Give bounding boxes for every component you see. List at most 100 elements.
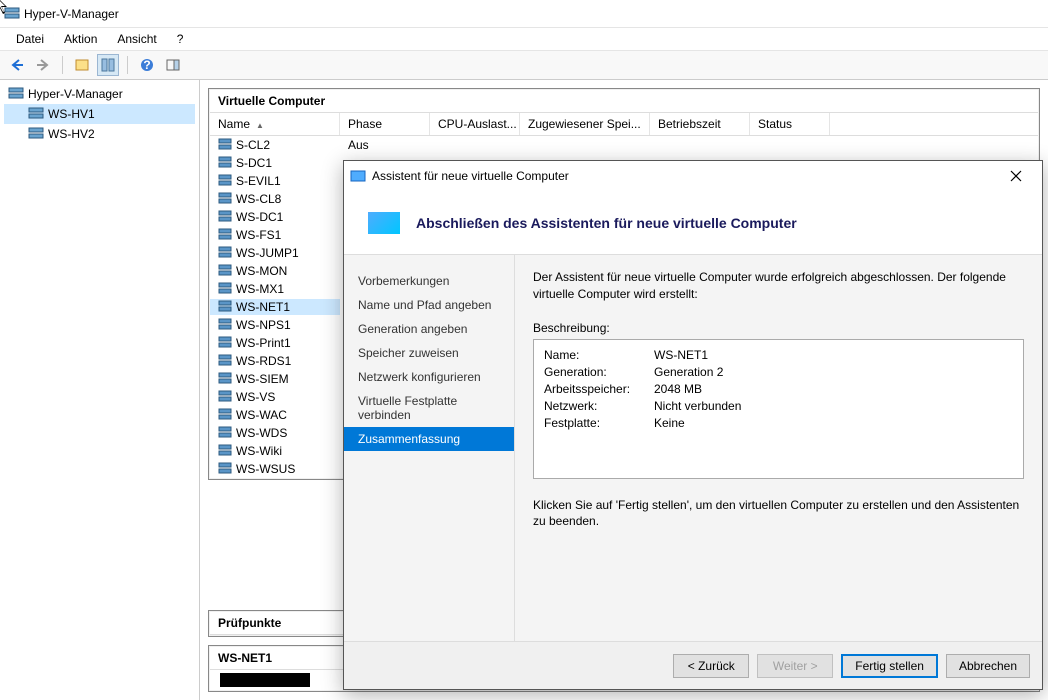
server-icon <box>28 126 44 142</box>
help-button[interactable]: ? <box>136 54 158 76</box>
menu-help[interactable]: ? <box>169 30 192 48</box>
columns-button[interactable] <box>97 54 119 76</box>
back-button[interactable] <box>6 54 28 76</box>
dialog-title: Assistent für neue virtuelle Computer <box>372 169 569 183</box>
wizard-nav: VorbemerkungenName und Pfad angebenGener… <box>344 255 514 641</box>
vm-icon <box>218 264 232 278</box>
wizard-intro: Der Assistent für neue virtuelle Compute… <box>533 269 1024 303</box>
tree-node-hv2[interactable]: WS-HV2 <box>4 124 195 144</box>
tree-node-label: WS-HV1 <box>48 107 95 121</box>
desc-row: Generation:Generation 2 <box>544 365 1013 379</box>
vm-icon <box>218 300 232 314</box>
vm-name: WS-RDS1 <box>236 354 291 368</box>
menu-action[interactable]: Aktion <box>56 30 105 48</box>
toolbar: ? <box>0 50 1048 80</box>
vm-name: WS-MON <box>236 264 287 278</box>
cursor-icon <box>0 0 10 16</box>
col-phase[interactable]: Phase <box>340 113 430 135</box>
vm-icon <box>218 336 232 350</box>
vm-name: WS-Print1 <box>236 336 291 350</box>
col-mem[interactable]: Zugewiesener Spei... <box>520 113 650 135</box>
dialog-titlebar[interactable]: Assistent für neue virtuelle Computer <box>344 161 1042 191</box>
dialog-footer: < Zurück Weiter > Fertig stellen Abbrech… <box>344 641 1042 689</box>
tree-root[interactable]: Hyper-V-Manager <box>4 84 195 104</box>
desc-value: Generation 2 <box>654 365 723 379</box>
wizard-nav-item[interactable]: Zusammenfassung <box>344 427 514 451</box>
desc-value: Keine <box>654 416 685 430</box>
vm-name: S-CL2 <box>236 138 270 152</box>
monitor-icon <box>368 212 400 234</box>
vm-icon <box>218 462 232 476</box>
vm-row[interactable]: S-CL2 Aus <box>210 136 1038 154</box>
vm-phase: Aus <box>340 137 430 153</box>
desc-value: WS-NET1 <box>654 348 708 362</box>
description-box: Name:WS-NET1Generation:Generation 2Arbei… <box>533 339 1024 479</box>
window-title: Hyper-V-Manager <box>24 7 119 21</box>
wizard-nav-item[interactable]: Netzwerk konfigurieren <box>344 365 514 389</box>
cancel-button[interactable]: Abbrechen <box>946 654 1030 678</box>
back-button[interactable]: < Zurück <box>673 654 749 678</box>
toolbar-separator <box>127 56 128 74</box>
wizard-nav-item[interactable]: Generation angeben <box>344 317 514 341</box>
wizard-icon <box>350 168 366 184</box>
tree-root-label: Hyper-V-Manager <box>28 87 123 101</box>
col-cpu[interactable]: CPU-Auslast... <box>430 113 520 135</box>
vm-name: WS-DC1 <box>236 210 283 224</box>
desc-row: Netzwerk:Nicht verbunden <box>544 399 1013 413</box>
desc-row: Festplatte:Keine <box>544 416 1013 430</box>
server-icon <box>28 106 44 122</box>
window-titlebar: Hyper-V-Manager <box>0 0 1048 28</box>
vm-icon <box>218 156 232 170</box>
show-hide-button[interactable] <box>71 54 93 76</box>
forward-button[interactable] <box>32 54 54 76</box>
vm-icon <box>218 390 232 404</box>
vm-panel-title: Virtuelle Computer <box>210 90 1038 113</box>
next-button: Weiter > <box>757 654 833 678</box>
tree-node-label: WS-HV2 <box>48 127 95 141</box>
menu-view[interactable]: Ansicht <box>109 30 164 48</box>
col-uptime[interactable]: Betriebszeit <box>650 113 750 135</box>
menu-file[interactable]: Datei <box>8 30 52 48</box>
new-vm-wizard: Assistent für neue virtuelle Computer Ab… <box>343 160 1043 690</box>
vm-name: WS-VS <box>236 390 275 404</box>
svg-text:?: ? <box>143 58 150 72</box>
desc-value: 2048 MB <box>654 382 702 396</box>
vm-thumbnail <box>220 673 310 687</box>
wizard-hint: Klicken Sie auf 'Fertig stellen', um den… <box>533 497 1024 531</box>
col-name[interactable]: Name <box>210 113 340 135</box>
desc-key: Name: <box>544 348 654 362</box>
vm-icon <box>218 426 232 440</box>
vm-name: WS-CL8 <box>236 192 281 206</box>
vm-name: WS-SIEM <box>236 372 289 386</box>
close-button[interactable] <box>996 162 1036 190</box>
vm-name: WS-WAC <box>236 408 287 422</box>
tree-node-hv1[interactable]: WS-HV1 <box>4 104 195 124</box>
action-pane-button[interactable] <box>162 54 184 76</box>
vm-name: WS-WSUS <box>236 462 295 476</box>
vm-name: WS-MX1 <box>236 282 284 296</box>
wizard-nav-item[interactable]: Vorbemerkungen <box>344 269 514 293</box>
vm-name: WS-JUMP1 <box>236 246 299 260</box>
vm-icon <box>218 228 232 242</box>
desc-key: Generation: <box>544 365 654 379</box>
desc-label: Beschreibung: <box>533 321 1024 335</box>
desc-key: Arbeitsspeicher: <box>544 382 654 396</box>
vm-icon <box>218 138 232 152</box>
finish-button[interactable]: Fertig stellen <box>841 654 938 678</box>
wizard-nav-item[interactable]: Virtuelle Festplatte verbinden <box>344 389 514 427</box>
vm-icon <box>218 444 232 458</box>
desc-row: Arbeitsspeicher:2048 MB <box>544 382 1013 396</box>
col-status[interactable]: Status <box>750 113 830 135</box>
wizard-content: Der Assistent für neue virtuelle Compute… <box>514 255 1042 641</box>
vm-icon <box>218 246 232 260</box>
vm-icon <box>218 210 232 224</box>
vm-icon <box>218 192 232 206</box>
vm-name: WS-Wiki <box>236 444 282 458</box>
desc-key: Festplatte: <box>544 416 654 430</box>
wizard-nav-item[interactable]: Speicher zuweisen <box>344 341 514 365</box>
wizard-nav-item[interactable]: Name und Pfad angeben <box>344 293 514 317</box>
desc-row: Name:WS-NET1 <box>544 348 1013 362</box>
vm-name: S-DC1 <box>236 156 272 170</box>
vm-name: S-EVIL1 <box>236 174 281 188</box>
toolbar-separator <box>62 56 63 74</box>
